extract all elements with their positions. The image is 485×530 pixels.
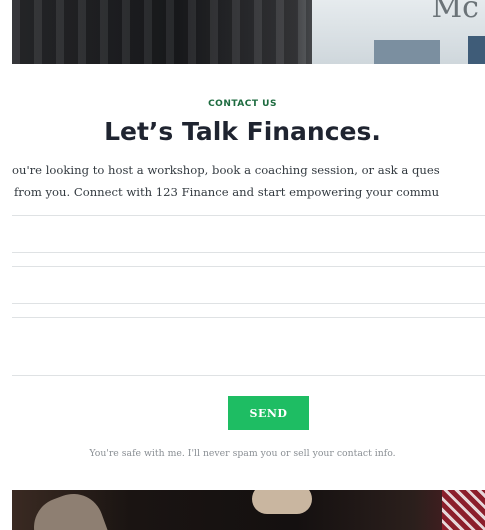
message-field[interactable] <box>12 317 485 375</box>
screen-graphic <box>374 40 440 64</box>
photo-detail <box>252 490 312 514</box>
curtain-backdrop <box>12 0 312 64</box>
field-border <box>12 303 485 304</box>
intro-text: ou're looking to host a workshop, book a… <box>0 159 485 203</box>
email-field[interactable] <box>12 266 485 303</box>
screen-text: Mc <box>431 0 479 25</box>
send-button[interactable]: SEND <box>228 396 309 430</box>
name-field[interactable] <box>12 215 485 252</box>
field-border <box>12 317 485 318</box>
hero-photo: Mc <box>12 0 485 64</box>
photo-detail <box>442 490 485 530</box>
screen-graphic <box>468 36 485 64</box>
photo-detail <box>25 490 109 530</box>
intro-line: ou're looking to host a workshop, book a… <box>12 163 440 177</box>
field-border <box>12 252 485 253</box>
privacy-note: You're safe with me. I'll never spam you… <box>89 448 396 459</box>
section-heading: Let’s Talk Finances. <box>104 117 381 146</box>
field-border <box>12 266 485 267</box>
field-border <box>12 375 485 376</box>
section-eyebrow: CONTACT US <box>208 99 277 109</box>
field-border <box>12 215 485 216</box>
footer-photo <box>12 490 485 530</box>
intro-line: from you. Connect with 123 Finance and s… <box>14 185 440 199</box>
